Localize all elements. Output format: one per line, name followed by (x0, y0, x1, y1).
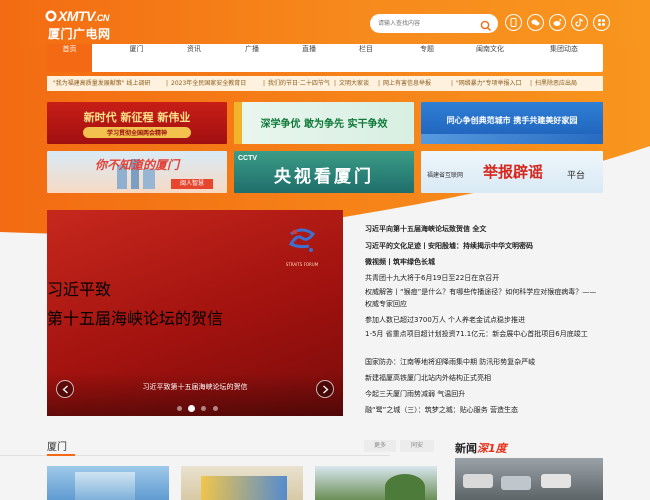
ticker-separator: | (378, 80, 381, 87)
news-thumbnail[interactable] (315, 466, 437, 500)
banner-report-rumor[interactable]: 福建省互联网 举报辟谣 平台 (421, 151, 603, 193)
logo-cn: .CN (94, 13, 110, 23)
news-item[interactable]: 国家防办：江南等地将迎降雨集中期 防汛形势复杂严峻 (365, 357, 600, 367)
news-item[interactable]: 今起三天厦门雨势减弱 气温回升 (365, 389, 600, 399)
news-depth-prefix: 新闻 (455, 442, 477, 455)
section-title-xiamen[interactable]: 厦门 (47, 438, 67, 453)
ticker-link[interactable]: "网络暴力"专项举报入口 (456, 76, 522, 91)
news-item[interactable]: 习近平向第十五届海峡论坛致贺信 全文 (365, 224, 600, 234)
weibo-icon[interactable] (549, 14, 566, 31)
banner-cctv-xiamen-title: 央视看厦门 (274, 167, 374, 187)
nav-item-group-news[interactable]: 集团动态 (524, 44, 604, 72)
banner-unknown-xiamen[interactable]: 你不知道的厦门 闽人智慧 (47, 151, 227, 193)
phone-icon[interactable] (505, 14, 522, 31)
news-item[interactable]: 权威解答丨“猴痘”是什么？有哪些传播途径？如何科学应对猴痘病毒？——权威专家回应 (365, 286, 600, 310)
straits-forum-label: STRAITS FORUM (285, 262, 319, 267)
slider-next-button[interactable] (316, 380, 334, 398)
douyin-icon[interactable] (571, 14, 588, 31)
news-depth-title[interactable]: 新闻深1度 (455, 440, 507, 456)
banner-unknown-xiamen-title: 你不知道的厦门 (94, 158, 179, 172)
banner-report-suffix: 平台 (567, 171, 586, 181)
search-input[interactable] (378, 17, 473, 30)
banner-new-era-line1: 新时代 新征程 新伟业 (83, 111, 191, 124)
banner-report-prefix: 福建省互联网 (427, 172, 464, 179)
news-item[interactable]: 新建福厦高铁厦门北站内外结构正式亮相 (365, 373, 600, 383)
banner-unknown-xiamen-tag: 闽人智慧 (179, 180, 204, 187)
ticker-link[interactable]: 我们的节日·二十四节气 (268, 76, 330, 91)
slider-dot[interactable] (177, 406, 182, 411)
ticker-separator: | (263, 80, 266, 87)
banner-strive[interactable]: 深学争优 敢为争先 实干争效 (234, 102, 414, 144)
news-item[interactable]: 习近平的文化足迹丨安阳殷墟：持续揭示中华文明密码 (365, 241, 600, 251)
app-icon[interactable] (593, 14, 610, 31)
news-item[interactable]: 共青团十九大将于6月19日至22日在京召开 (365, 273, 600, 283)
header-bar: XMTV.CN 厦门广电网 (0, 0, 650, 46)
news-thumbnail[interactable] (47, 466, 169, 500)
banner-strive-title: 深学争优 敢为争先 实干争效 (260, 119, 388, 130)
site-logo[interactable]: XMTV.CN 厦门广电网 (45, 8, 126, 41)
ticker-separator: | (451, 80, 454, 87)
nav-item-home[interactable]: 首页 (47, 44, 92, 72)
section-more-button[interactable]: 更多 (364, 440, 396, 452)
logo-xmtv: XMTV (58, 8, 95, 24)
wechat-icon[interactable] (527, 14, 544, 31)
nav-item-minnan-culture[interactable]: 闽南文化 (450, 44, 530, 72)
search-box (370, 14, 498, 33)
banner-cctv-xiamen[interactable]: CCTV 央视看厦门 (234, 151, 414, 193)
ticker-link[interactable]: 文明大家谈 (339, 76, 369, 91)
banner-model-city[interactable]: 同心争创典范城市 携手共建美好家园 (421, 102, 603, 144)
ticker-link[interactable]: 扫黑除恶应出局 (535, 76, 577, 91)
logo-text-bottom: 厦门广电网 (48, 27, 111, 41)
ticker-separator: | (166, 80, 169, 87)
slider-dot-active[interactable] (189, 406, 194, 411)
chevron-left-icon (62, 385, 68, 394)
ticker-link[interactable]: 网上有害信息举报 (383, 76, 431, 91)
news-depth-highlight: 深1度 (477, 442, 507, 455)
ticker-link[interactable]: "我为福建高质量发展献策" 线上调研 (53, 76, 150, 91)
news-depth-thumbnail[interactable] (455, 458, 603, 500)
chevron-right-icon (323, 385, 329, 394)
banner-model-city-title: 同心争创典范城市 携手共建美好家园 (446, 116, 578, 125)
cctv-logo: CCTV (238, 155, 258, 162)
section-accent-bar (47, 454, 75, 456)
news-thumbnail[interactable] (181, 466, 303, 500)
slider-dot[interactable] (201, 406, 206, 411)
section-tag-tongan[interactable]: 同安 (400, 440, 434, 452)
news-item[interactable]: 微视频丨筑牢绿色长城 (365, 257, 600, 267)
slider-prev-button[interactable] (56, 380, 74, 398)
banner-new-era[interactable]: 新时代 新征程 新伟业 学习贯彻全国两会精神 (47, 102, 227, 144)
news-item[interactable]: 1-5月 省重点项目超计划投资71.1亿元：新会展中心首批项目6月底竣工 (365, 328, 600, 340)
news-item[interactable]: 参加人数已超过3700万人 个人养老金试点稳步推进 (365, 315, 600, 325)
main-nav: 首页 厦门 资讯 广播 直播 栏目 专题 闽南文化 集团动态 (47, 44, 603, 72)
banner-new-era-line2: 学习贯彻全国两会精神 (106, 130, 167, 137)
ticker-link[interactable]: 2023年全民国家安全教育日 (171, 76, 246, 91)
news-item[interactable]: 融“鹭”之城（三）：筑梦之城：贴心服务 营造生态 (365, 405, 600, 415)
logo-text-top: XMTV.CN (58, 8, 109, 24)
topic-ticker: "我为福建高质量发展献策" 线上调研 | 2023年全民国家安全教育日 | 我们… (47, 76, 603, 91)
slider-dot[interactable] (213, 406, 218, 411)
slider-caption[interactable]: 习近平致第十五届海峡论坛的贺信 (47, 382, 343, 392)
search-icon[interactable] (480, 17, 492, 31)
banner-report-main: 举报辟谣 (483, 163, 544, 181)
slider-caption-shade (47, 372, 343, 416)
ticker-separator: | (334, 80, 337, 87)
logo-badge-icon (45, 10, 57, 22)
straits-forum-logo (288, 228, 316, 252)
ticker-separator: | (530, 80, 533, 87)
